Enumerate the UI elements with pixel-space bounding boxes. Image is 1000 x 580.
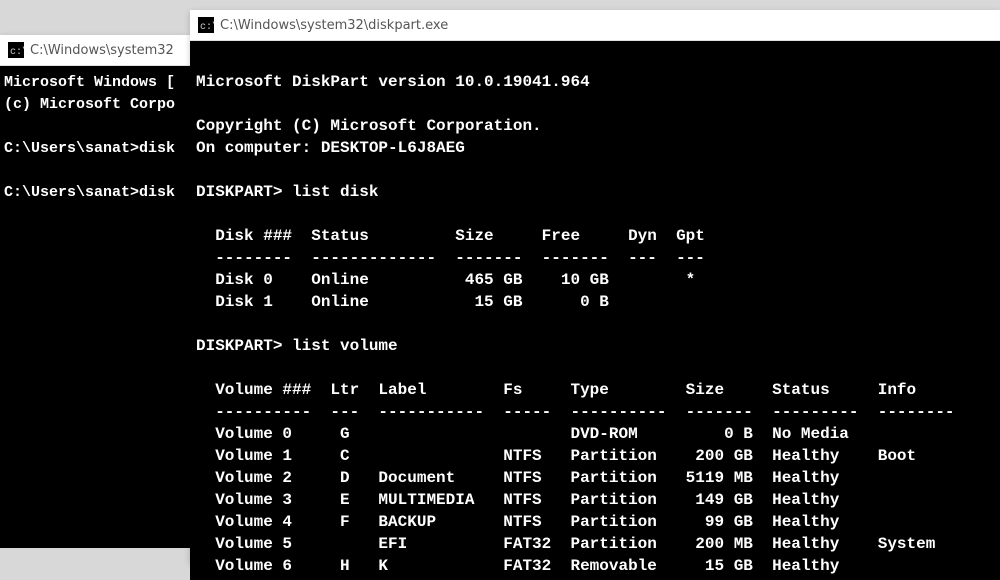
window-title-background: C:\Windows\system32 bbox=[30, 43, 174, 58]
diskpart-window: c:\ C:\Windows\system32\diskpart.exe Mic… bbox=[190, 10, 1000, 563]
diskpart-intro: Microsoft DiskPart version 10.0.19041.96… bbox=[196, 73, 590, 157]
diskpart-cmd-list-volume: DISKPART> list volume bbox=[196, 337, 398, 355]
svg-text:c:\: c:\ bbox=[10, 46, 24, 58]
volume-table: Volume ### Ltr Label Fs Type Size Status… bbox=[196, 381, 955, 575]
titlebar-background[interactable]: c:\ C:\Windows\system32 bbox=[0, 35, 190, 66]
cmd-window-background: c:\ C:\Windows\system32 Microsoft Window… bbox=[0, 35, 190, 535]
svg-text:c:\: c:\ bbox=[200, 21, 214, 33]
window-title-diskpart: C:\Windows\system32\diskpart.exe bbox=[220, 18, 448, 33]
terminal-output-diskpart[interactable]: Microsoft DiskPart version 10.0.19041.96… bbox=[190, 41, 1000, 580]
titlebar-diskpart[interactable]: c:\ C:\Windows\system32\diskpart.exe bbox=[190, 10, 1000, 41]
cmd-icon: c:\ bbox=[8, 42, 24, 58]
disk-table: Disk ### Status Size Free Dyn Gpt ------… bbox=[196, 227, 705, 311]
terminal-output-background[interactable]: Microsoft Windows [ (c) Microsoft Corpo … bbox=[0, 66, 190, 548]
diskpart-cmd-list-disk: DISKPART> list disk bbox=[196, 183, 378, 201]
cmd-icon: c:\ bbox=[198, 17, 214, 33]
